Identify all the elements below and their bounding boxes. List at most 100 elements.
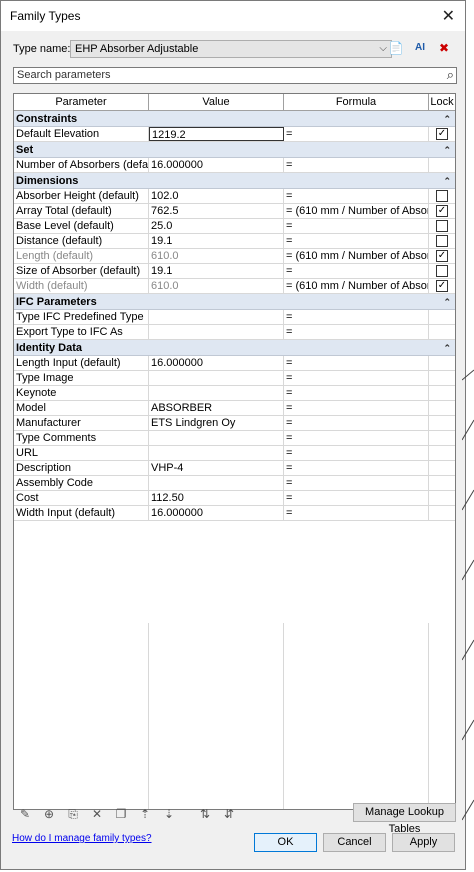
group-header[interactable]: Dimensions ⌃: [14, 173, 455, 189]
parameter-row[interactable]: Size of Absorber (default) 19.1 =: [14, 264, 455, 279]
parameter-formula[interactable]: = (610 mm / Number of Absorbers): [284, 204, 429, 218]
parameter-value[interactable]: ABSORBER: [149, 401, 284, 415]
parameter-formula[interactable]: =: [284, 491, 429, 505]
parameter-formula[interactable]: =: [284, 356, 429, 370]
parameter-value[interactable]: ETS Lindgren Oy: [149, 416, 284, 430]
lock-checkbox[interactable]: [436, 190, 448, 203]
lock-checkbox[interactable]: ✓: [436, 250, 448, 263]
rename-type-icon[interactable]: AI: [411, 39, 429, 57]
parameter-formula[interactable]: =: [284, 189, 429, 203]
parameter-formula[interactable]: =: [284, 476, 429, 490]
parameter-formula[interactable]: = (610 mm / Number of Absorbers): [284, 249, 429, 263]
column-header-parameter[interactable]: Parameter: [14, 94, 149, 110]
parameter-row[interactable]: Manufacturer ETS Lindgren Oy =: [14, 416, 455, 431]
group-header[interactable]: Constraints ⌃: [14, 111, 455, 127]
new-parameter-icon[interactable]: ⊕: [37, 804, 61, 824]
parameter-formula[interactable]: =: [284, 158, 429, 172]
parameter-row[interactable]: Type Image =: [14, 371, 455, 386]
close-icon[interactable]: ✕: [442, 6, 455, 26]
copy-parameter-icon[interactable]: ⎘: [61, 804, 85, 824]
parameter-row[interactable]: Width (default) 610.0 = (610 mm / Number o…: [14, 279, 455, 294]
parameter-row[interactable]: Cost 112.50 =: [14, 491, 455, 506]
parameter-row[interactable]: Export Type to IFC As =: [14, 325, 455, 340]
parameter-value[interactable]: [149, 446, 284, 460]
parameter-row[interactable]: Distance (default) 19.1 =: [14, 234, 455, 249]
parameter-row[interactable]: Length Input (default) 16.000000 =: [14, 356, 455, 371]
parameter-formula[interactable]: =: [284, 310, 429, 324]
parameter-row[interactable]: Absorber Height (default) 102.0 =: [14, 189, 455, 204]
parameter-value[interactable]: 112.50: [149, 491, 284, 505]
type-name-select[interactable]: EHP Absorber Adjustable ⌵: [70, 40, 392, 58]
parameter-row[interactable]: Width Input (default) 16.000000 =: [14, 506, 455, 521]
ok-button[interactable]: OK: [254, 833, 317, 852]
collapse-icon[interactable]: ⌃: [443, 340, 451, 355]
parameter-formula[interactable]: =: [284, 446, 429, 460]
sort-ascending-icon[interactable]: ⇅: [193, 804, 217, 824]
move-up-icon[interactable]: ⇡: [133, 804, 157, 824]
parameter-formula[interactable]: =: [284, 461, 429, 475]
parameter-row[interactable]: Array Total (default) 762.5 = (610 mm / Nu…: [14, 204, 455, 219]
parameter-row[interactable]: Keynote =: [14, 386, 455, 401]
lock-checkbox[interactable]: ✓: [436, 128, 448, 141]
parameter-formula[interactable]: =: [284, 416, 429, 430]
parameter-formula[interactable]: = (610 mm / Number of Absorbers): [284, 279, 429, 293]
move-down-icon[interactable]: ⇣: [157, 804, 181, 824]
group-header[interactable]: IFC Parameters ⌃: [14, 294, 455, 310]
parameter-value[interactable]: 16.000000: [149, 506, 284, 520]
lock-checkbox[interactable]: ✓: [436, 280, 448, 293]
parameter-row[interactable]: Number of Absorbers (default) 16.000000 =: [14, 158, 455, 173]
parameter-row[interactable]: Model ABSORBER =: [14, 401, 455, 416]
collapse-icon[interactable]: ⌃: [443, 142, 451, 157]
parameter-value[interactable]: 25.0: [149, 219, 284, 233]
edit-parameter-icon[interactable]: ✎: [13, 804, 37, 824]
parameter-value[interactable]: 610.0: [149, 249, 284, 263]
parameter-row[interactable]: URL =: [14, 446, 455, 461]
parameter-value[interactable]: [149, 386, 284, 400]
parameter-value[interactable]: [149, 476, 284, 490]
parameter-value[interactable]: [149, 325, 284, 339]
parameter-value[interactable]: [149, 310, 284, 324]
group-header[interactable]: Identity Data ⌃: [14, 340, 455, 356]
delete-type-icon[interactable]: ✖: [435, 39, 453, 57]
parameter-row[interactable]: Description VHP-4 =: [14, 461, 455, 476]
collapse-icon[interactable]: ⌃: [443, 294, 451, 309]
cancel-button[interactable]: Cancel: [323, 833, 386, 852]
lock-checkbox[interactable]: [436, 235, 448, 248]
parameter-value[interactable]: 762.5: [149, 204, 284, 218]
parameter-formula[interactable]: =: [284, 264, 429, 278]
parameter-formula[interactable]: =: [284, 506, 429, 520]
parameter-value[interactable]: 610.0: [149, 279, 284, 293]
parameter-value[interactable]: 102.0: [149, 189, 284, 203]
parameter-value[interactable]: 16.000000: [149, 356, 284, 370]
duplicate-icon[interactable]: ❐: [109, 804, 133, 824]
collapse-icon[interactable]: ⌃: [443, 111, 451, 126]
parameter-value[interactable]: 1219.2: [149, 127, 284, 141]
parameter-row[interactable]: Default Elevation 1219.2 = ✓: [14, 127, 455, 142]
parameter-value[interactable]: 19.1: [149, 264, 284, 278]
parameter-row[interactable]: Assembly Code =: [14, 476, 455, 491]
search-icon[interactable]: ⌕: [447, 67, 454, 82]
column-header-formula[interactable]: Formula: [284, 94, 429, 110]
lock-checkbox[interactable]: [436, 265, 448, 278]
group-header[interactable]: Set ⌃: [14, 142, 455, 158]
new-type-icon[interactable]: 📄: [387, 39, 405, 57]
search-input[interactable]: Search parameters ⌕: [13, 67, 457, 84]
parameter-formula[interactable]: =: [284, 219, 429, 233]
lock-checkbox[interactable]: [436, 220, 448, 233]
parameter-value[interactable]: [149, 431, 284, 445]
parameter-value[interactable]: 19.1: [149, 234, 284, 248]
parameter-value[interactable]: [149, 371, 284, 385]
parameter-row[interactable]: Type Comments =: [14, 431, 455, 446]
parameter-formula[interactable]: =: [284, 401, 429, 415]
parameter-row[interactable]: Base Level (default) 25.0 =: [14, 219, 455, 234]
parameter-value[interactable]: VHP-4: [149, 461, 284, 475]
lock-checkbox[interactable]: ✓: [436, 205, 448, 218]
column-header-lock[interactable]: Lock: [429, 94, 455, 110]
parameter-formula[interactable]: =: [284, 371, 429, 385]
parameter-row[interactable]: Type IFC Predefined Type =: [14, 310, 455, 325]
help-link[interactable]: How do I manage family types?: [12, 833, 152, 844]
manage-lookup-tables-button[interactable]: Manage Lookup Tables: [353, 803, 456, 835]
parameter-formula[interactable]: =: [284, 234, 429, 248]
parameter-row[interactable]: Length (default) 610.0 = (610 mm / Number …: [14, 249, 455, 264]
column-header-value[interactable]: Value: [149, 94, 284, 110]
